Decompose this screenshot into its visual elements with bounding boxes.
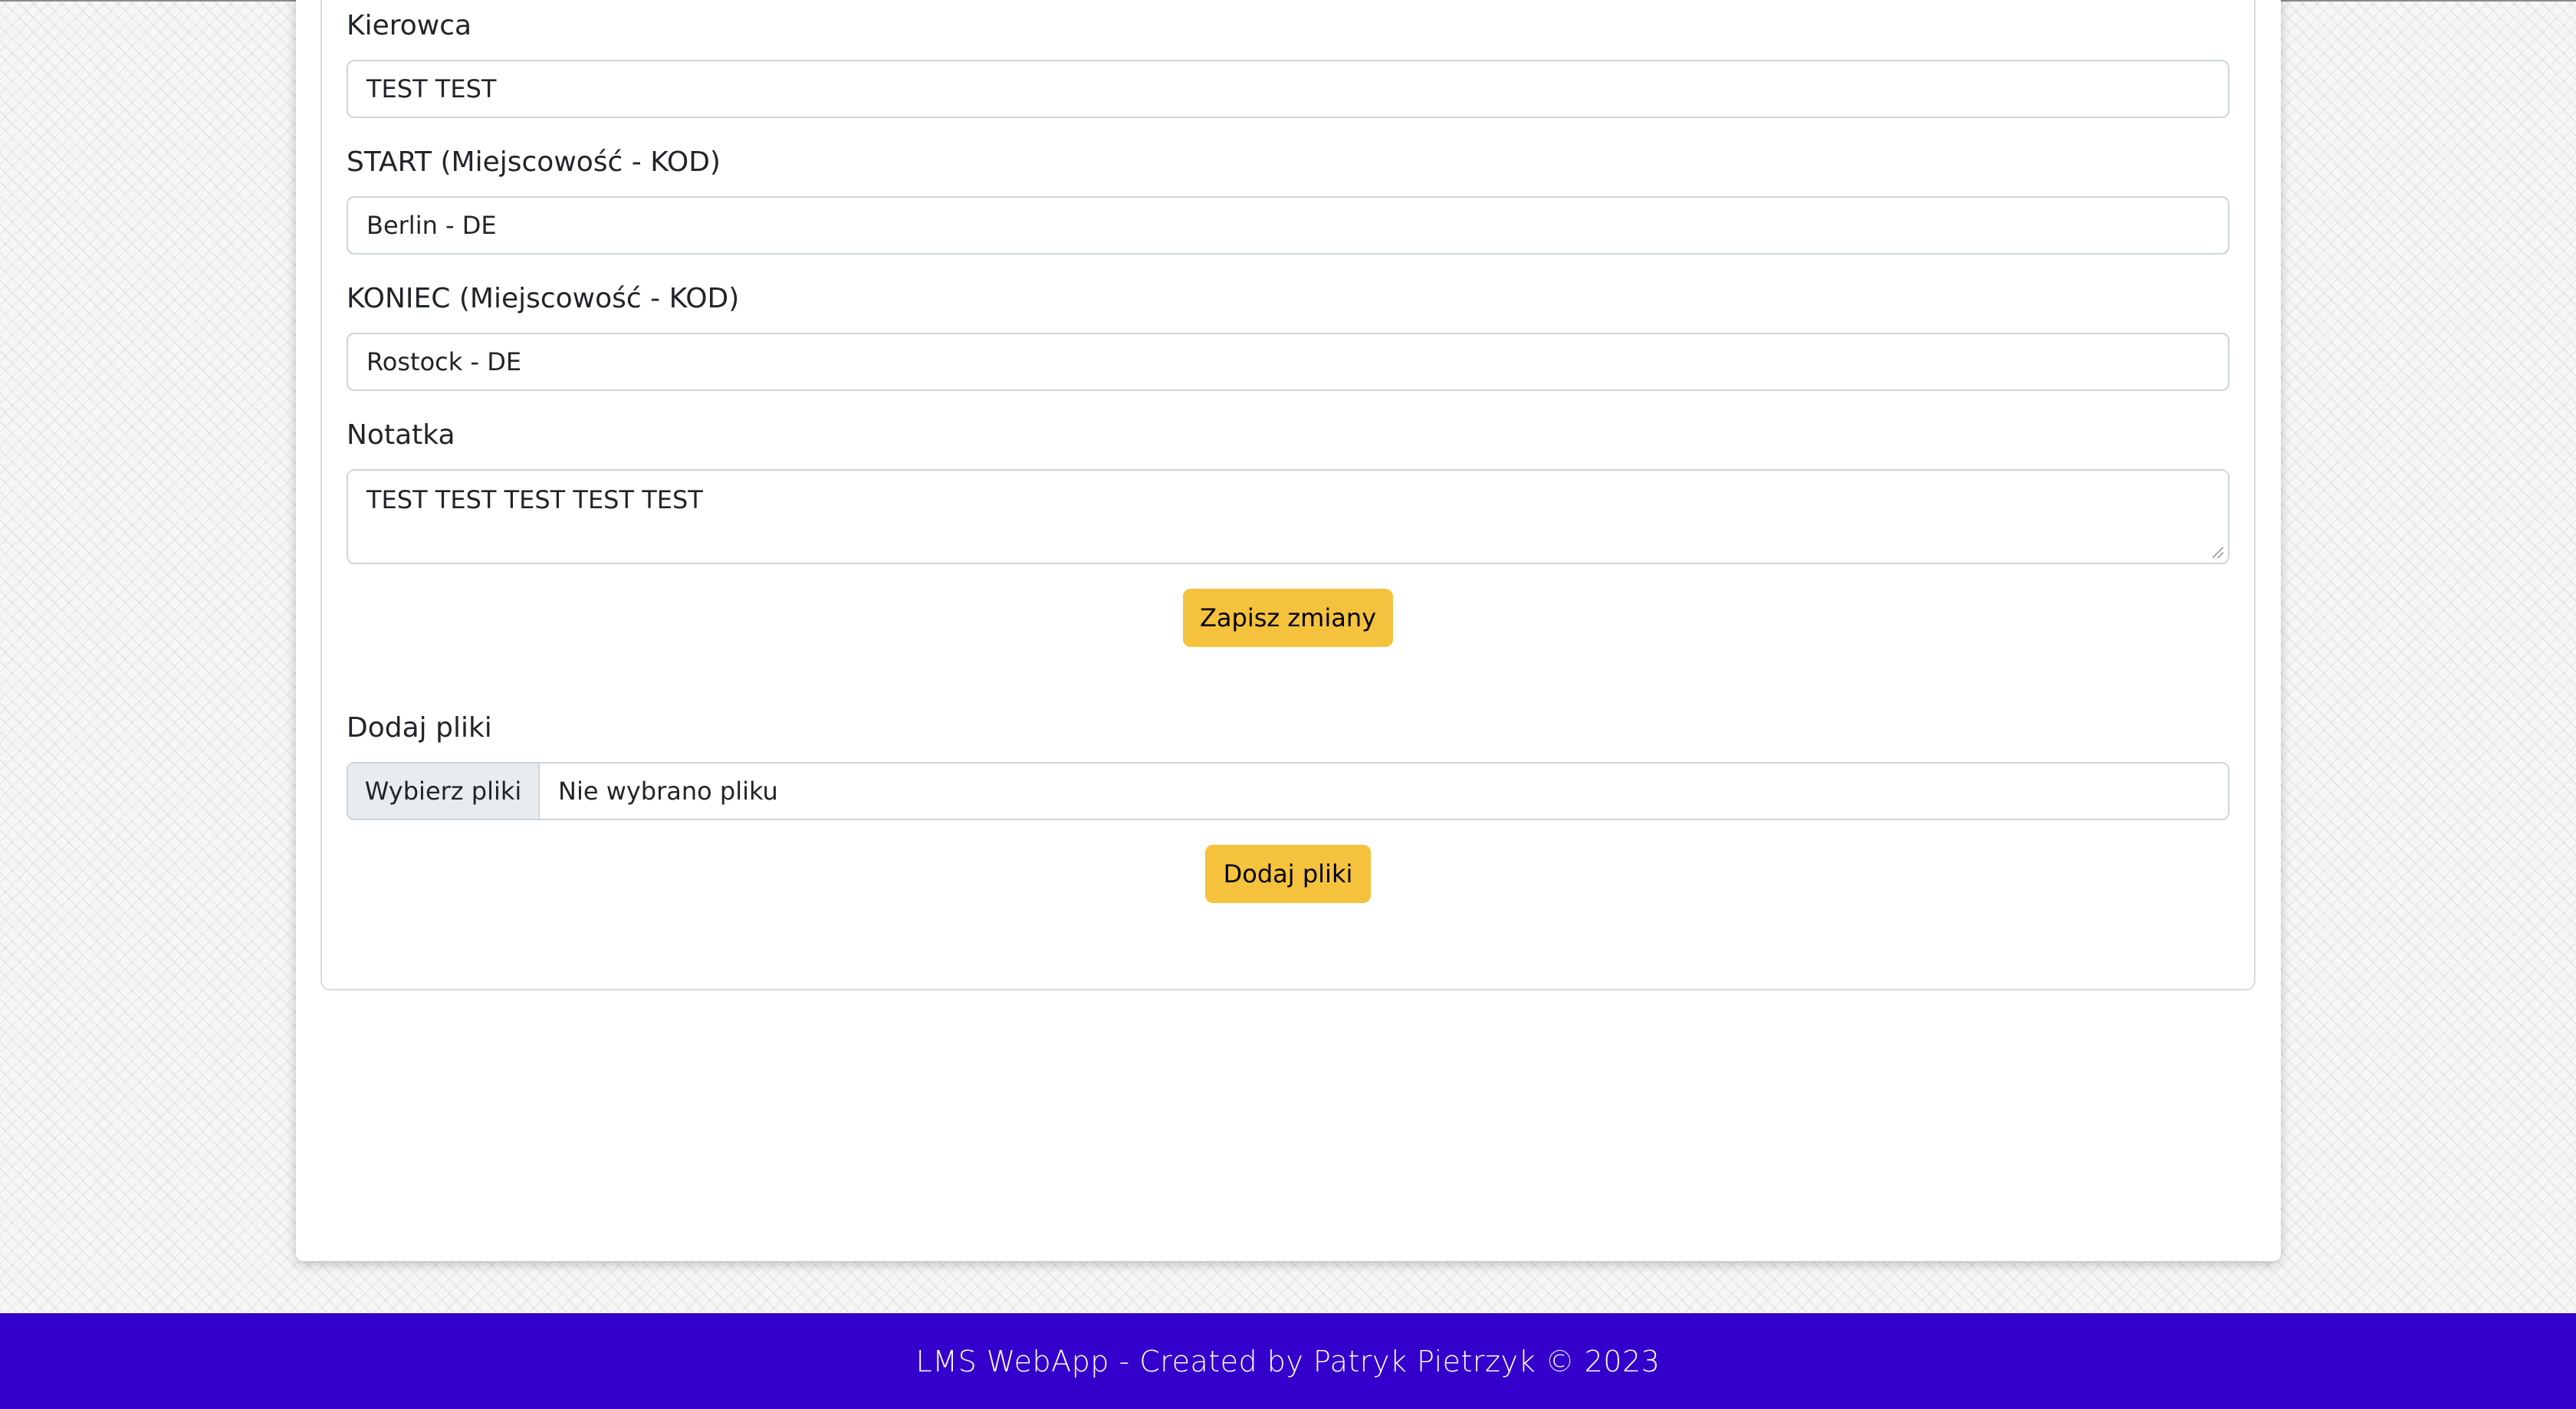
end-location-input[interactable]: Rostock - DE <box>347 333 2229 391</box>
start-location-input[interactable]: Berlin - DE <box>347 196 2229 255</box>
add-files-button[interactable]: Dodaj pliki <box>1205 845 1371 903</box>
footer-text: LMS WebApp - Created by Patryk Pietrzyk … <box>915 1344 1661 1378</box>
driver-input[interactable]: TEST TEST <box>347 60 2229 118</box>
start-location-label: START (Miejscowość - KOD) <box>347 146 721 178</box>
footer: LMS WebApp - Created by Patryk Pietrzyk … <box>0 1313 2576 1409</box>
add-files-label: Dodaj pliki <box>347 712 492 744</box>
driver-label: Kierowca <box>347 10 472 41</box>
note-label: Notatka <box>347 419 455 451</box>
save-changes-button[interactable]: Zapisz zmiany <box>1183 589 1393 647</box>
resize-grip-icon[interactable] <box>2213 547 2223 558</box>
note-text: TEST TEST TEST TEST TEST <box>366 485 703 514</box>
file-input[interactable]: Wybierz pliki Nie wybrano pliku <box>347 762 2229 820</box>
note-textarea[interactable]: TEST TEST TEST TEST TEST <box>347 469 2229 564</box>
choose-files-button[interactable]: Wybierz pliki <box>348 764 540 819</box>
end-location-label: KONIEC (Miejscowość - KOD) <box>347 283 740 314</box>
file-status-text: Nie wybrano pliku <box>558 777 778 806</box>
